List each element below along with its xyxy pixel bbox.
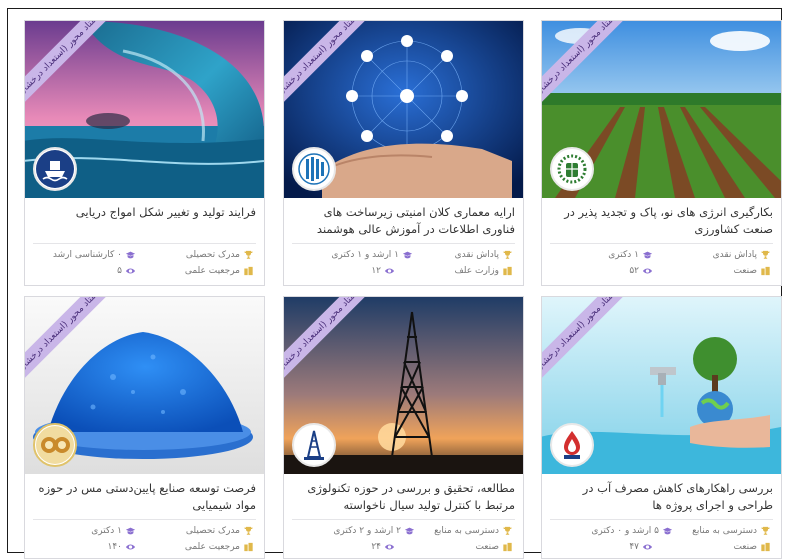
trophy-icon: [243, 526, 254, 536]
meta-degree: ۰ کارشناسی ارشد: [53, 250, 136, 260]
meta-award: دسترسی به منابع: [434, 526, 513, 536]
meta-award: پاداش نقدی: [713, 250, 771, 260]
building-icon: [243, 266, 254, 276]
ribbon: استاد محور (استعداد درخشان): [25, 297, 120, 392]
ribbon: استاد محور (استعداد درخشان): [25, 21, 120, 116]
building-icon: [243, 542, 254, 552]
card-title[interactable]: بررسی راهکارهای کاهش مصرف آب در طراحی و …: [550, 480, 773, 518]
trophy-icon: [502, 526, 513, 536]
ribbon: استاد محور (استعداد درخشان): [284, 297, 379, 392]
eye-icon: [642, 542, 653, 552]
meta-sector: صنعت: [733, 266, 771, 276]
building-icon: [760, 542, 771, 552]
organization-logo: [550, 423, 594, 467]
meta-degree: ۱ دکتری: [608, 250, 653, 260]
graduation-cap-icon: [662, 526, 673, 536]
organization-logo: [550, 147, 594, 191]
trophy-icon: [760, 250, 771, 260]
graduation-cap-icon: [402, 250, 413, 260]
card-title[interactable]: فرایند تولید و تغییر شکل امواج دریایی: [33, 204, 256, 242]
meta-views: ۴۷: [629, 542, 653, 552]
meta-sector: وزارت علف: [454, 266, 513, 276]
meta-sector: مرجعیت علمی: [185, 266, 254, 276]
eye-icon: [125, 266, 136, 276]
organization-logo: [33, 423, 77, 467]
meta-award: پاداش نقدی: [455, 250, 513, 260]
project-card[interactable]: استاد محور (استعداد درخشان) مطالعه، تحقی…: [283, 296, 524, 559]
project-card[interactable]: استاد محور (استعداد درخشان) بررسی راهکار…: [541, 296, 782, 559]
graduation-cap-icon: [404, 526, 415, 536]
building-icon: [502, 542, 513, 552]
card-title[interactable]: فرصت توسعه صنایع پایین‌دستی مس در حوزه م…: [33, 480, 256, 518]
trophy-icon: [502, 250, 513, 260]
eye-icon: [125, 542, 136, 552]
graduation-cap-icon: [125, 526, 136, 536]
project-card[interactable]: استاد محور (استعداد درخشان) ارایه معماری…: [283, 20, 524, 286]
organization-logo: [33, 147, 77, 191]
graduation-cap-icon: [125, 250, 136, 260]
building-icon: [502, 266, 513, 276]
meta-views: ۱۲: [371, 266, 395, 276]
ribbon: استاد محور (استعداد درخشان): [542, 21, 637, 116]
project-card[interactable]: استاد محور (استعداد درخشان) بکارگیری انر…: [541, 20, 782, 286]
project-card[interactable]: استاد محور (استعداد درخشان) فرصت توسعه ص…: [24, 296, 265, 559]
meta-award: مدرک تحصیلی: [186, 526, 254, 536]
meta-sector: صنعت: [475, 542, 513, 552]
meta-award: مدرک تحصیلی: [186, 250, 254, 260]
meta-views: ۲۴: [371, 542, 395, 552]
meta-degree: ۵ ارشد و ۰ دکتری: [591, 526, 673, 536]
ribbon: استاد محور (استعداد درخشان): [542, 297, 637, 392]
meta-award: دسترسی به منابع: [692, 526, 771, 536]
project-card[interactable]: استاد محور (استعداد درخشان) فرایند تولید…: [24, 20, 265, 286]
meta-degree: ۲ ارشد و ۲ دکتری: [333, 526, 415, 536]
eye-icon: [642, 266, 653, 276]
meta-views: ۱۴۰: [107, 542, 136, 552]
trophy-icon: [243, 250, 254, 260]
card-title[interactable]: بکارگیری انرژی های نو، پاک و تجدید پذیر …: [550, 204, 773, 242]
eye-icon: [384, 266, 395, 276]
trophy-icon: [760, 526, 771, 536]
meta-degree: ۱ ارشد و ۱ دکتری: [331, 250, 413, 260]
meta-sector: صنعت: [733, 542, 771, 552]
meta-views: ۵: [117, 266, 136, 276]
meta-views: ۵۲: [629, 266, 653, 276]
eye-icon: [384, 542, 395, 552]
building-icon: [760, 266, 771, 276]
organization-logo: [292, 147, 336, 191]
ribbon: استاد محور (استعداد درخشان): [284, 21, 379, 116]
graduation-cap-icon: [642, 250, 653, 260]
meta-sector: مرجعیت علمی: [185, 542, 254, 552]
card-title[interactable]: مطالعه، تحقیق و بررسی در حوزه تکنولوژی م…: [292, 480, 515, 518]
organization-logo: [292, 423, 336, 467]
card-title[interactable]: ارایه معماری کلان امنیتی زیرساخت های فنا…: [292, 204, 515, 242]
meta-degree: ۱ دکتری: [91, 526, 136, 536]
